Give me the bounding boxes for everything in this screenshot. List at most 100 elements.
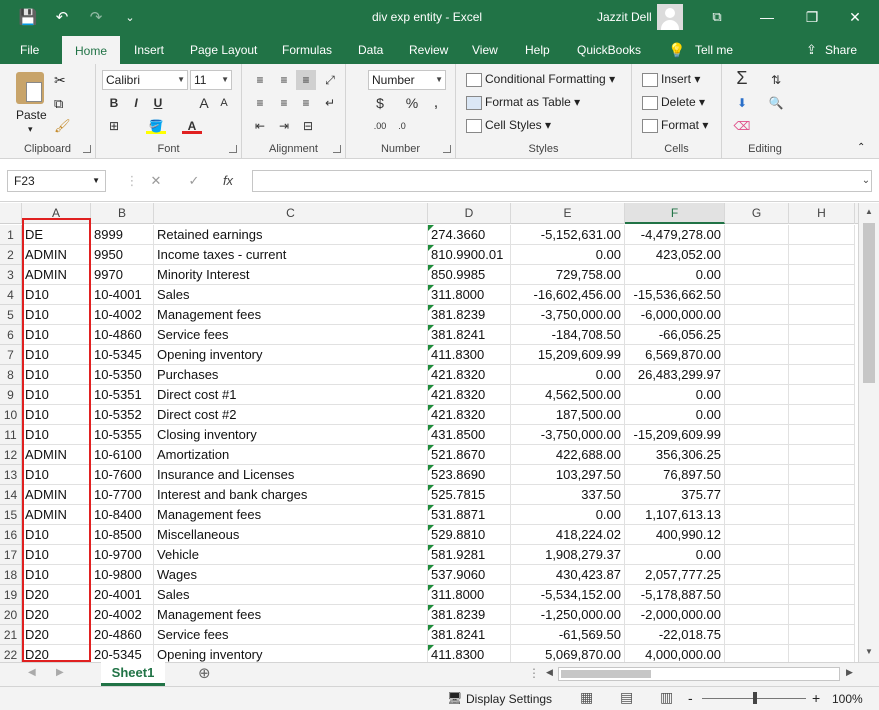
cell-e[interactable]: 187,500.00 [511, 405, 625, 425]
cell-c[interactable]: Sales [154, 285, 428, 305]
cell-c[interactable]: Purchases [154, 365, 428, 385]
zoom-in-button[interactable]: + [812, 690, 820, 706]
row-header[interactable]: 17 [0, 545, 22, 565]
cell-h[interactable] [789, 605, 855, 625]
row-header[interactable]: 12 [0, 445, 22, 465]
cell-h[interactable] [789, 325, 855, 345]
cell-c[interactable]: Vehicle [154, 545, 428, 565]
cell-g[interactable] [725, 585, 789, 605]
cell-b[interactable]: 10-5351 [91, 385, 154, 405]
display-settings-button[interactable]: Display Settings [466, 692, 552, 706]
tab-help[interactable]: Help [525, 36, 550, 64]
cell-f[interactable]: 375.77 [625, 485, 725, 505]
cell-d[interactable]: 521.8670 [428, 445, 511, 465]
font-name-select[interactable]: Calibri ▼ [102, 70, 188, 90]
cell-e[interactable]: -3,750,000.00 [511, 425, 625, 445]
cell-d[interactable]: 421.8320 [428, 365, 511, 385]
cell-d[interactable]: 311.8000 [428, 285, 511, 305]
row-header[interactable]: 21 [0, 625, 22, 645]
cell-c[interactable]: Miscellaneous [154, 525, 428, 545]
row-header[interactable]: 5 [0, 305, 22, 325]
row-header[interactable]: 10 [0, 405, 22, 425]
increase-decimal-icon[interactable]: .00 [370, 116, 390, 136]
cell-c[interactable]: Income taxes - current [154, 245, 428, 265]
merge-center-icon[interactable]: ⊟ [298, 116, 318, 136]
cell-b[interactable]: 20-4860 [91, 625, 154, 645]
cell-b[interactable]: 10-4001 [91, 285, 154, 305]
cell-h[interactable] [789, 625, 855, 645]
decrease-decimal-icon[interactable]: .0 [392, 116, 412, 136]
cell-d[interactable]: 421.8320 [428, 385, 511, 405]
cell-g[interactable] [725, 485, 789, 505]
cell-c[interactable]: Retained earnings [154, 225, 428, 245]
column-header-g[interactable]: G [725, 203, 789, 224]
cell-g[interactable] [725, 565, 789, 585]
increase-indent-icon[interactable]: ⇥ [274, 116, 294, 136]
undo-icon[interactable]: ↶ [52, 8, 72, 28]
scroll-down-icon[interactable]: ▼ [865, 647, 873, 656]
cell-b[interactable]: 10-5355 [91, 425, 154, 445]
bottom-align-icon[interactable]: ≡ [296, 70, 316, 90]
zoom-out-button[interactable]: - [688, 690, 693, 706]
cell-e[interactable]: 4,562,500.00 [511, 385, 625, 405]
borders-icon[interactable]: ⊞ [104, 116, 124, 136]
cell-d[interactable]: 529.8810 [428, 525, 511, 545]
cell-f[interactable]: 0.00 [625, 545, 725, 565]
cell-e[interactable]: 418,224.02 [511, 525, 625, 545]
underline-button[interactable]: U [148, 93, 168, 113]
cell-c[interactable]: Closing inventory [154, 425, 428, 445]
select-all-corner[interactable] [0, 203, 22, 224]
column-header-f[interactable]: F [625, 203, 725, 224]
cell-f[interactable]: 4,000,000.00 [625, 645, 725, 662]
cell-e[interactable]: 15,209,609.99 [511, 345, 625, 365]
cell-h[interactable] [789, 405, 855, 425]
alignment-launcher-icon[interactable] [333, 145, 341, 153]
minimize-button[interactable]: — [755, 6, 779, 28]
column-header-h[interactable]: H [789, 203, 855, 224]
row-header[interactable]: 22 [0, 645, 22, 662]
paste-icon[interactable] [16, 72, 44, 104]
column-header-e[interactable]: E [511, 203, 625, 224]
cell-f[interactable]: 0.00 [625, 405, 725, 425]
cell-f[interactable]: 0.00 [625, 385, 725, 405]
cell-f[interactable]: -2,000,000.00 [625, 605, 725, 625]
cell-d[interactable]: 525.7815 [428, 485, 511, 505]
cell-c[interactable]: Sales [154, 585, 428, 605]
cell-f[interactable]: -66,056.25 [625, 325, 725, 345]
cell-h[interactable] [789, 585, 855, 605]
row-header[interactable]: 3 [0, 265, 22, 285]
cell-e[interactable]: 729,758.00 [511, 265, 625, 285]
number-launcher-icon[interactable] [443, 145, 451, 153]
cell-g[interactable] [725, 325, 789, 345]
cell-g[interactable] [725, 245, 789, 265]
tab-quickbooks[interactable]: QuickBooks [577, 36, 641, 64]
orientation-icon[interactable]: ⤢ [320, 70, 340, 90]
row-header[interactable]: 16 [0, 525, 22, 545]
name-box[interactable]: F23 ▼ [7, 170, 106, 192]
row-header[interactable]: 19 [0, 585, 22, 605]
row-header[interactable]: 2 [0, 245, 22, 265]
cell-e[interactable]: -3,750,000.00 [511, 305, 625, 325]
next-sheet-icon[interactable]: ▶ [56, 667, 64, 678]
cell-c[interactable]: Management fees [154, 305, 428, 325]
ribbon-display-options-button[interactable]: ⧉ [705, 6, 729, 28]
cell-f[interactable]: 2,057,777.25 [625, 565, 725, 585]
cell-d[interactable]: 421.8320 [428, 405, 511, 425]
page-layout-view-icon[interactable]: ▤ [620, 689, 633, 706]
cell-c[interactable]: Wages [154, 565, 428, 585]
format-painter-icon[interactable]: 🖌 [54, 118, 71, 134]
cell-e[interactable]: 5,069,870.00 [511, 645, 625, 662]
currency-button[interactable]: $ [370, 93, 390, 113]
italic-button[interactable]: I [126, 93, 146, 113]
cell-g[interactable] [725, 645, 789, 662]
paste-dropdown-icon[interactable]: ▾ [28, 124, 33, 135]
cell-d[interactable]: 411.8300 [428, 645, 511, 662]
delete-cells-button[interactable]: Delete ▾ [642, 95, 705, 110]
user-name[interactable]: Jazzit Dell [597, 10, 652, 24]
align-right-icon[interactable]: ≡ [296, 93, 316, 113]
cell-f[interactable]: -22,018.75 [625, 625, 725, 645]
cell-g[interactable] [725, 305, 789, 325]
cell-d[interactable]: 810.9900.01 [428, 245, 511, 265]
horizontal-scrollbar[interactable] [558, 667, 840, 681]
row-header[interactable]: 13 [0, 465, 22, 485]
